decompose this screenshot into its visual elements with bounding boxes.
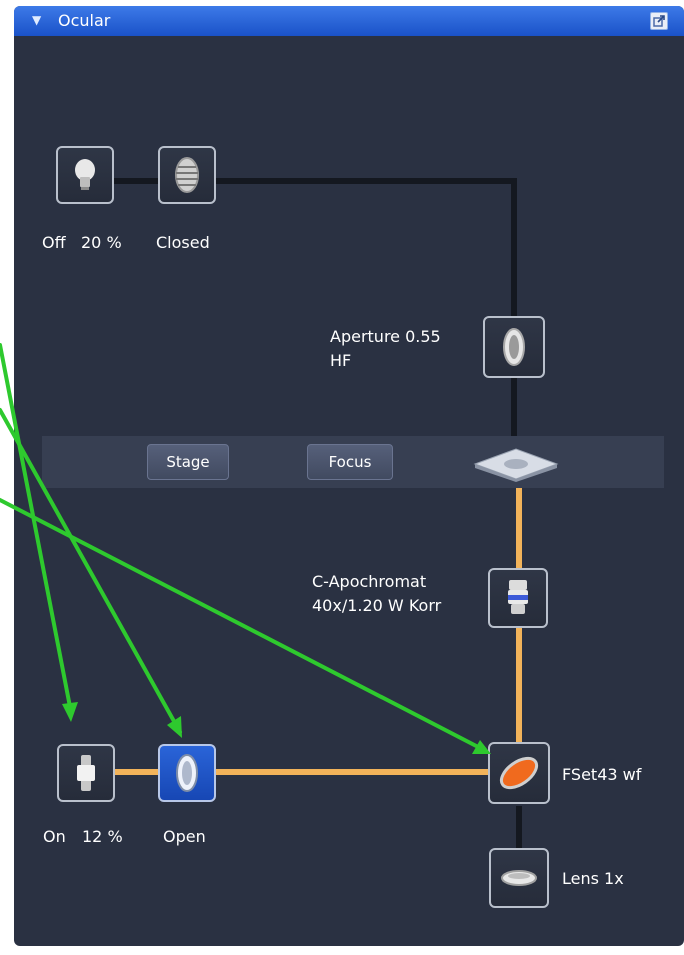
- reflected-shutter-toggle[interactable]: [158, 744, 216, 802]
- reflected-lamp-toggle[interactable]: [57, 744, 115, 802]
- reflected-shutter-state: Open: [163, 827, 206, 846]
- halogen-lamp-intensity: 20 %: [81, 233, 122, 252]
- stage-button[interactable]: Stage: [147, 444, 229, 480]
- tube-lens-label: Lens 1x: [562, 869, 624, 888]
- focus-button[interactable]: Focus: [307, 444, 393, 480]
- condenser-aperture-button[interactable]: [483, 316, 545, 378]
- tube-lens-button[interactable]: [489, 848, 549, 908]
- halogen-lamp-toggle[interactable]: [56, 146, 114, 204]
- lens-light-path: [516, 806, 522, 854]
- panel-title-bar[interactable]: ▼ Ocular: [14, 6, 684, 36]
- shutter-icon: [175, 157, 199, 193]
- objective-icon: [508, 580, 528, 614]
- shutter-icon: [176, 754, 198, 792]
- halogen-lamp-state: Off: [42, 233, 66, 252]
- filter-set-label: FSet43 wf: [562, 765, 642, 784]
- panel-title: Ocular: [58, 11, 111, 30]
- lens-icon: [503, 328, 525, 366]
- lens-icon: [501, 870, 537, 886]
- reflected-lamp-state: On: [43, 827, 66, 846]
- filter-set-button[interactable]: [488, 742, 550, 804]
- transmitted-shutter-toggle[interactable]: [158, 146, 216, 204]
- lightbulb-icon: [75, 159, 95, 190]
- aperture-label-line2: HF: [330, 351, 352, 370]
- aperture-label-line1: Aperture 0.55: [330, 327, 441, 346]
- filter-icon: [499, 756, 539, 790]
- transmitted-shutter-state: Closed: [156, 233, 210, 252]
- ocular-panel: ▼ Ocular Stage Focus Off 20 % Closed Ape…: [14, 6, 684, 946]
- lamp-icon: [77, 755, 95, 791]
- objective-label-line2: 40x/1.20 W Korr: [312, 596, 442, 615]
- stage-icon[interactable]: [473, 446, 559, 482]
- reflected-lamp-intensity: 12 %: [82, 827, 123, 846]
- undock-window-icon[interactable]: [650, 12, 668, 30]
- objective-label-line1: C-Apochromat: [312, 572, 427, 591]
- collapse-triangle-icon[interactable]: ▼: [32, 13, 41, 27]
- active-light-path-vertical: [516, 488, 522, 776]
- objective-button[interactable]: [488, 568, 548, 628]
